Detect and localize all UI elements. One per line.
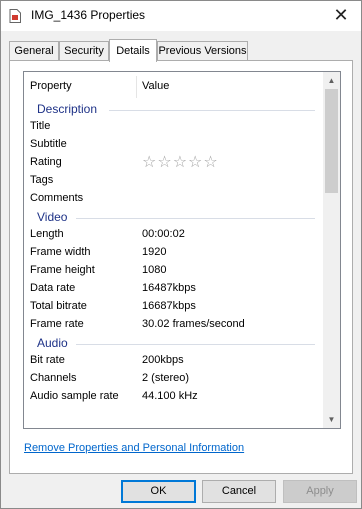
group-audio: Audio: [24, 334, 322, 352]
property-value: 44.100 kHz: [142, 390, 198, 402]
remove-properties-link[interactable]: Remove Properties and Personal Informati…: [24, 442, 244, 454]
file-icon: [9, 9, 21, 23]
property-key: Length: [30, 228, 64, 240]
apply-button[interactable]: Apply: [283, 480, 357, 503]
tab-previous-versions[interactable]: Previous Versions: [157, 41, 248, 61]
properties-list[interactable]: Property Value Description Title Subtitl…: [23, 71, 341, 429]
property-value: 16687kbps: [142, 300, 196, 312]
property-row-total-bitrate[interactable]: Total bitrate 16687kbps: [24, 298, 322, 316]
property-value: 16487kbps: [142, 282, 196, 294]
scrollbar-thumb[interactable]: [325, 89, 338, 193]
properties-dialog: IMG_1436 Properties ✕ General Security D…: [0, 0, 362, 509]
close-button[interactable]: ✕: [321, 1, 361, 31]
property-key: Comments: [30, 192, 84, 204]
tab-details[interactable]: Details: [109, 39, 157, 62]
cancel-button[interactable]: Cancel: [202, 480, 276, 503]
column-divider[interactable]: [136, 76, 137, 98]
property-key: Bit rate: [30, 354, 65, 366]
property-value: 1080: [142, 264, 167, 276]
property-row-rating[interactable]: Rating ☆☆☆☆☆: [24, 154, 322, 172]
property-key: Subtitle: [30, 138, 67, 150]
property-value: 2 (stereo): [142, 372, 190, 384]
property-key: Data rate: [30, 282, 76, 294]
property-key: Frame width: [30, 246, 91, 258]
property-row-frame-height[interactable]: Frame height 1080: [24, 262, 322, 280]
column-property[interactable]: Property: [30, 80, 72, 92]
group-title: Video: [37, 210, 68, 224]
vertical-scrollbar[interactable]: ▲ ▼: [323, 72, 340, 428]
property-key: Total bitrate: [30, 300, 87, 312]
group-divider: [76, 344, 315, 345]
property-row-frame-width[interactable]: Frame width 1920: [24, 244, 322, 262]
property-value: 1920: [142, 246, 167, 258]
property-key: Audio sample rate: [30, 390, 119, 402]
group-divider: [76, 218, 315, 219]
property-row-data-rate[interactable]: Data rate 16487kbps: [24, 280, 322, 298]
window-title: IMG_1436 Properties: [31, 8, 146, 22]
property-value: 200kbps: [142, 354, 184, 366]
ok-button[interactable]: OK: [121, 480, 196, 503]
scroll-up-arrow-icon[interactable]: ▲: [323, 72, 340, 89]
column-value[interactable]: Value: [142, 80, 169, 92]
property-key: Rating: [30, 156, 62, 168]
details-panel: Property Value Description Title Subtitl…: [9, 60, 353, 474]
group-divider: [109, 110, 315, 111]
property-value: 00:00:02: [142, 228, 185, 240]
column-header: Property Value: [24, 72, 322, 100]
property-row-channels[interactable]: Channels 2 (stereo): [24, 370, 322, 388]
property-key: Channels: [30, 372, 77, 384]
scroll-down-arrow-icon[interactable]: ▼: [323, 411, 340, 428]
property-row-frame-rate[interactable]: Frame rate 30.02 frames/second: [24, 316, 322, 334]
property-row-comments[interactable]: Comments: [24, 190, 322, 208]
group-description: Description: [24, 100, 322, 118]
group-title: Description: [37, 102, 98, 116]
property-row-tags[interactable]: Tags: [24, 172, 322, 190]
group-title: Audio: [37, 336, 68, 350]
property-key: Tags: [30, 174, 54, 186]
property-row-title[interactable]: Title: [24, 118, 322, 136]
property-key: Frame height: [30, 264, 95, 276]
title-bar: IMG_1436 Properties ✕: [1, 1, 361, 31]
tab-general[interactable]: General: [9, 41, 59, 61]
property-key: Frame rate: [30, 318, 84, 330]
tab-security[interactable]: Security: [59, 41, 109, 61]
property-row-audio-sample-rate[interactable]: Audio sample rate 44.100 kHz: [24, 388, 322, 406]
rating-stars[interactable]: ☆☆☆☆☆: [142, 152, 219, 172]
property-rows: Description Title Subtitle Rating ☆☆☆☆☆ …: [24, 100, 322, 406]
group-video: Video: [24, 208, 322, 226]
property-row-bit-rate[interactable]: Bit rate 200kbps: [24, 352, 322, 370]
property-row-length[interactable]: Length 00:00:02: [24, 226, 322, 244]
property-value: 30.02 frames/second: [142, 318, 245, 330]
property-key: Title: [30, 120, 51, 132]
